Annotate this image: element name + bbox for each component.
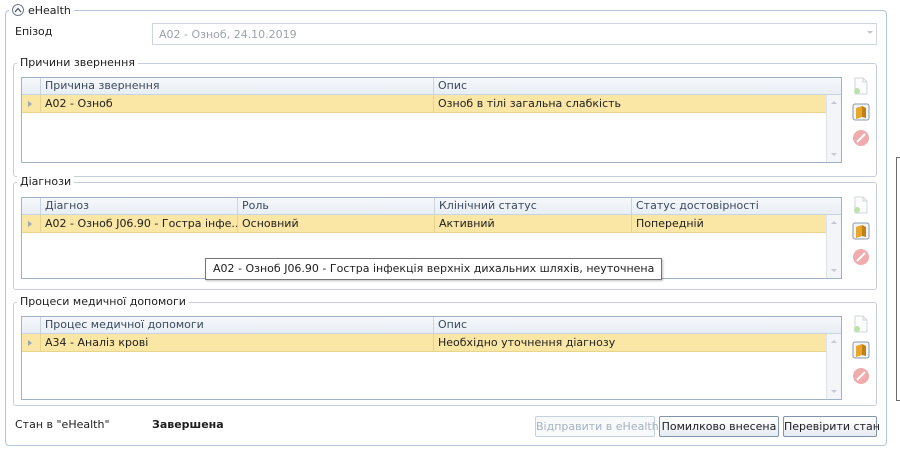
row-indicator-icon bbox=[22, 334, 40, 352]
row-indicator-icon bbox=[22, 215, 40, 233]
column-header-description[interactable]: Опис bbox=[433, 78, 828, 95]
cell-description: Озноб в тілі загальна слабкість bbox=[433, 95, 828, 113]
add-document-icon[interactable] bbox=[851, 314, 871, 334]
delete-icon[interactable] bbox=[851, 366, 871, 386]
grid-header: Діагноз Роль Клінічний статус Статус дос… bbox=[22, 198, 841, 215]
chevron-down-icon bbox=[867, 31, 873, 34]
check-status-button[interactable]: Перевірити стан bbox=[783, 416, 880, 437]
mark-as-error-button[interactable]: Помилково внесена bbox=[659, 416, 779, 437]
episode-value: A02 - Озноб, 24.10.2019 bbox=[159, 27, 297, 41]
procedures-grid[interactable]: Процес медичної допомоги Опис A34 - Анал… bbox=[21, 316, 842, 400]
reasons-grid[interactable]: Причина звернення Опис A02 - Озноб Озноб… bbox=[21, 77, 842, 163]
ehealth-panel-title: eHealth bbox=[28, 3, 71, 17]
row-indicator-icon bbox=[22, 95, 40, 113]
diagnosis-tooltip: A02 - Озноб J06.90 - Гостра інфекція вер… bbox=[205, 258, 663, 280]
ehealth-panel-header: eHealth bbox=[9, 2, 74, 18]
column-header-clinical-status[interactable]: Клінічний статус bbox=[434, 198, 631, 215]
ehealth-status-value: Завершена bbox=[152, 418, 224, 431]
edit-icon[interactable] bbox=[851, 221, 871, 241]
table-row[interactable]: A02 - Озноб Озноб в тілі загальна слабкі… bbox=[22, 95, 828, 113]
edit-icon[interactable] bbox=[851, 102, 871, 122]
table-row[interactable]: A02 - Озноб J06.90 - Гостра інфе... Осно… bbox=[22, 215, 828, 233]
column-header-reason[interactable]: Причина звернення bbox=[40, 78, 433, 95]
column-header-description[interactable]: Опис bbox=[433, 317, 828, 334]
grid-header: Процес медичної допомоги Опис bbox=[22, 317, 841, 334]
collapse-icon[interactable] bbox=[12, 4, 24, 16]
vertical-scrollbar[interactable] bbox=[826, 334, 841, 399]
episode-label: Епізод bbox=[15, 25, 53, 38]
delete-icon[interactable] bbox=[851, 128, 871, 148]
edit-icon[interactable] bbox=[851, 340, 871, 360]
grid-header: Причина звернення Опис bbox=[22, 78, 841, 95]
reasons-group-title: Причини звернення bbox=[17, 56, 138, 69]
add-document-icon[interactable] bbox=[851, 195, 871, 215]
adjacent-window-edge bbox=[896, 157, 900, 401]
send-to-ehealth-button[interactable]: Відправити в eHealth bbox=[535, 416, 659, 437]
diagnoses-group-title: Діагнози bbox=[17, 175, 75, 188]
cell-procedure: A34 - Аналіз крові bbox=[40, 334, 433, 352]
delete-icon[interactable] bbox=[851, 247, 871, 267]
vertical-scrollbar[interactable] bbox=[826, 215, 841, 278]
column-header-role[interactable]: Роль bbox=[237, 198, 434, 215]
cell-clinical-status: Активний bbox=[434, 215, 631, 233]
cell-reason: A02 - Озноб bbox=[40, 95, 433, 113]
procedures-group-title: Процеси медичної допомоги bbox=[17, 295, 189, 308]
cell-verification-status: Попередній bbox=[631, 215, 828, 233]
cell-diagnosis: A02 - Озноб J06.90 - Гостра інфе... bbox=[40, 215, 237, 233]
vertical-scrollbar[interactable] bbox=[826, 95, 841, 162]
column-header-diagnosis[interactable]: Діагноз bbox=[40, 198, 237, 215]
cell-role: Основний bbox=[237, 215, 434, 233]
column-header-verification-status[interactable]: Статус достовірності bbox=[631, 198, 828, 215]
ehealth-status-label: Стан в "eHealth" bbox=[15, 418, 110, 431]
add-document-icon[interactable] bbox=[851, 76, 871, 96]
episode-select[interactable]: A02 - Озноб, 24.10.2019 bbox=[152, 23, 877, 45]
column-header-procedure[interactable]: Процес медичної допомоги bbox=[40, 317, 433, 334]
cell-description: Необхідно уточнення діагнозу bbox=[433, 334, 828, 352]
table-row[interactable]: A34 - Аналіз крові Необхідно уточнення д… bbox=[22, 334, 828, 352]
